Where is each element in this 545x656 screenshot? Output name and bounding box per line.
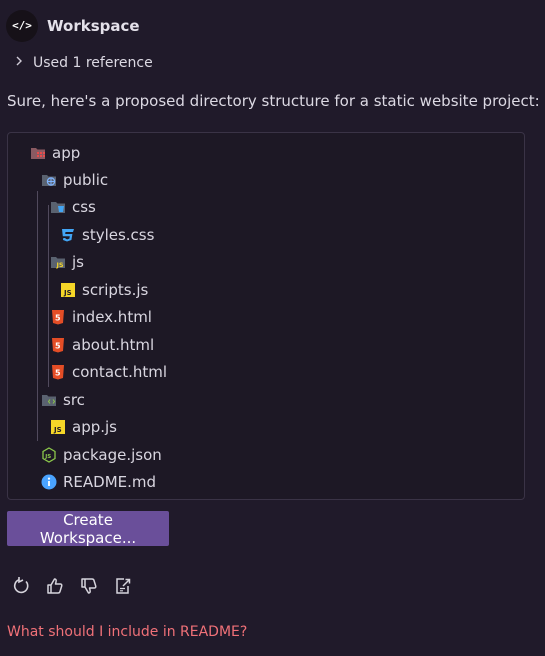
tree-item-label: styles.css [82, 226, 155, 244]
code-icon: </> [6, 9, 38, 42]
chat-header: </> Workspace [6, 9, 140, 42]
tree-item[interactable]: 5 contact.html [50, 361, 167, 383]
response-intro: Sure, here's a proposed directory struct… [7, 92, 540, 110]
thumbs-up-icon[interactable] [44, 575, 66, 597]
html-file-icon: 5 [50, 309, 66, 325]
create-workspace-button[interactable]: Create Workspace... [7, 511, 169, 547]
tree-item-label: README.md [63, 473, 157, 491]
svg-text:5: 5 [55, 342, 61, 351]
tree-item[interactable]: README.md [41, 471, 156, 493]
tree-item-label: public [63, 171, 109, 189]
tree-guide-public-files [48, 205, 49, 387]
tree-item[interactable]: public [41, 169, 108, 191]
svg-text:5: 5 [55, 369, 61, 378]
folder-js-icon: JS [50, 254, 66, 270]
html-file-icon: 5 [50, 364, 66, 380]
tree-item-label: js [72, 253, 84, 271]
svg-text:5: 5 [55, 314, 61, 323]
retry-icon[interactable] [10, 575, 32, 597]
tree-item[interactable]: JS app.js [50, 416, 117, 438]
tree-item[interactable]: styles.css [60, 224, 154, 246]
nodejs-icon: JS [41, 447, 57, 463]
tree-item-label: index.html [72, 308, 152, 326]
js-file-icon: JS [50, 419, 66, 435]
tree-item[interactable]: JS js [50, 251, 84, 273]
svg-text:JS: JS [44, 454, 51, 460]
tree-item[interactable]: css [50, 196, 96, 218]
tree-item[interactable]: src [41, 389, 85, 411]
participant-title: Workspace [47, 16, 140, 35]
tree-item[interactable]: 5 about.html [50, 334, 154, 356]
js-file-icon: JS [60, 282, 76, 298]
tree-item-label: package.json [63, 446, 162, 464]
file-tree: app public css styles.css JS js JS scripts.js 5 i… [7, 132, 525, 500]
tree-item[interactable]: JS scripts.js [60, 279, 148, 301]
tree-item-label: app [52, 144, 81, 162]
tree-item[interactable]: app [30, 142, 80, 164]
insert-into-editor-icon[interactable] [112, 575, 134, 597]
thumbs-down-icon[interactable] [78, 575, 100, 597]
tree-item[interactable]: 5 index.html [50, 306, 152, 328]
chevron-right-icon [14, 55, 28, 71]
svg-text:JS: JS [53, 426, 62, 434]
response-actions [10, 575, 134, 597]
followup-suggestion[interactable]: What should I include in README? [7, 624, 247, 640]
tree-item-label: app.js [72, 418, 117, 436]
tree-guide-public [37, 191, 38, 441]
tree-item-label: css [72, 198, 96, 216]
folder-src-icon [41, 392, 57, 408]
tree-item[interactable]: JS package.json [41, 444, 162, 466]
folder-app-icon [30, 145, 46, 161]
used-references-toggle[interactable]: Used 1 reference [14, 55, 153, 71]
svg-text:JS: JS [56, 261, 64, 269]
folder-public-icon [41, 172, 57, 188]
tree-item-label: scripts.js [82, 281, 149, 299]
tree-item-label: contact.html [72, 363, 168, 381]
css-file-icon [60, 227, 76, 243]
svg-text:JS: JS [63, 289, 72, 297]
tree-item-label: src [63, 391, 85, 409]
folder-css-icon [50, 199, 66, 215]
tree-item-label: about.html [72, 336, 155, 354]
info-icon [41, 474, 57, 490]
used-references-label: Used 1 reference [33, 55, 153, 71]
html-file-icon: 5 [50, 337, 66, 353]
